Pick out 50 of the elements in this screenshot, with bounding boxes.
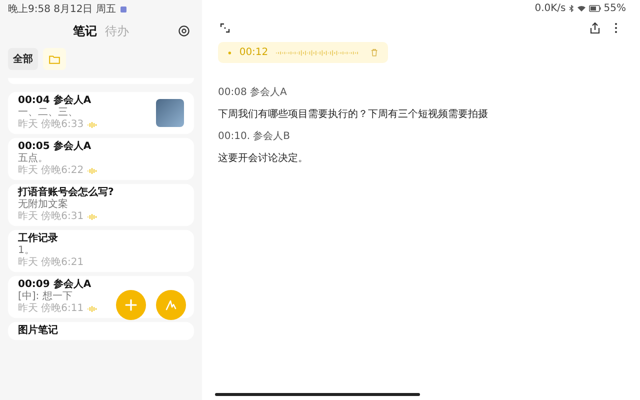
expand-icon[interactable] [220,23,230,33]
transcript-text: 下周我们有哪些项目需要执行的？下周有三个短视频需要拍摄 [218,108,489,121]
tab[interactable]: 笔记 [73,22,97,40]
notification-icon [120,6,127,12]
delete-icon[interactable] [371,48,378,57]
speaker-label: 00:08 参会人A [218,86,288,99]
note-title: 00:04 参会人A [18,95,92,107]
note-card[interactable]: 工作记录 1。 昨天 傍晚6:21 [8,230,194,272]
note-card[interactable]: 打语音账号会怎么写? 无附加文案 昨天 傍晚6:31 [8,184,194,226]
wifi-icon [576,4,586,12]
folder-button[interactable] [43,48,66,70]
audio-wave-icon [86,214,97,220]
note-title: 打语音账号会怎么写? [18,187,114,198]
share-icon[interactable] [590,22,600,34]
note-title: 00:09 参会人A [18,279,92,290]
note-preview: 一、二、三、 [18,107,79,118]
note-preview: 五点。 [18,153,49,164]
note-date: 昨天 傍晚6:33 [18,119,84,131]
note-date: 昨天 傍晚6:22 [18,165,84,177]
audio-time: 00:12 [239,47,268,58]
filter-chip[interactable]: 全部 [8,48,38,70]
speaker-label: 00:10. 参会人B [218,130,292,143]
battery-level: 55% [604,2,626,14]
plus-icon [125,299,137,311]
note-preview: 无附加文案 [18,199,69,210]
transcript-text: 这要开会讨论决定。 [218,152,309,165]
note-card[interactable]: 图片笔记 [8,322,194,340]
battery-icon [588,4,601,12]
photo-placeholder [156,99,184,127]
audio-wave-icon [86,306,97,312]
note-title: 工作记录 [18,233,59,245]
note-date: 昨天 傍晚6:21 [18,257,84,269]
note-preview: [中]: 想一下 [18,291,74,302]
settings-icon[interactable] [178,25,190,37]
note-date: 昨天 傍晚6:11 [18,303,84,315]
audio-wave-icon [86,168,97,174]
note-title: 00:05 参会人A [18,141,92,152]
bluetooth-icon [568,4,574,12]
network-speed: 0.0K/s [534,2,566,14]
note-preview: 1。 [18,245,36,257]
note-date: 昨天 傍晚6:31 [18,211,84,223]
note-card[interactable]: 00:05 参会人A 五点。 昨天 傍晚6:22 [8,138,194,180]
note-card[interactable]: 00:04 参会人A 一、二、三、 昨天 傍晚6:33 [8,92,194,134]
scribble-icon [165,299,177,311]
audio-wave-icon [86,122,97,128]
status-time: 晚上9:58 8月12日 周五 [8,2,116,16]
more-icon[interactable] [614,22,618,34]
folder-icon [49,54,60,64]
play-icon[interactable] [228,50,232,54]
note-title: 图片笔记 [18,325,58,337]
